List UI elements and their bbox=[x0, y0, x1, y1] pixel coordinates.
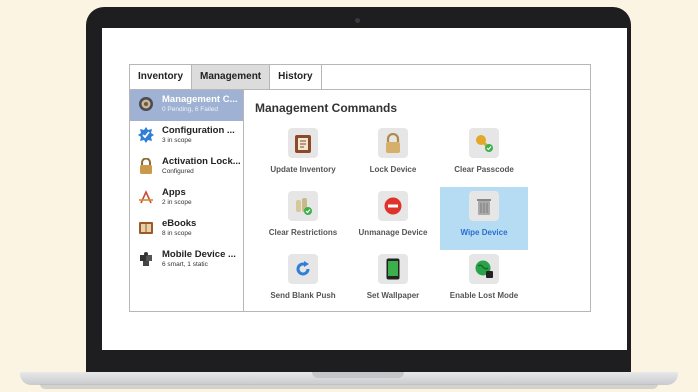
book-icon bbox=[138, 220, 154, 236]
sidebar-item-mobile-device-groups[interactable]: Mobile Device ... 6 smart, 1 static bbox=[130, 245, 243, 276]
no-entry-icon bbox=[378, 191, 408, 221]
command-label: Lock Device bbox=[369, 165, 417, 174]
command-label: Send Blank Push bbox=[270, 291, 336, 300]
camera-icon bbox=[355, 18, 360, 23]
tab-history[interactable]: History bbox=[270, 65, 322, 89]
key-icon bbox=[469, 128, 499, 158]
sidebar-item-subtitle: 8 in scope bbox=[162, 230, 192, 237]
sidebar-item-apps[interactable]: Apps 2 in scope bbox=[130, 183, 243, 214]
wipe-device-button[interactable]: Wipe Device bbox=[440, 187, 528, 250]
page-title: Management Commands bbox=[255, 101, 398, 115]
sidebar-item-title: Mobile Device ... bbox=[162, 249, 236, 260]
puzzle-piece-icon bbox=[138, 251, 154, 267]
laptop-base-shadow bbox=[40, 384, 658, 389]
phone-wallpaper-icon bbox=[378, 254, 408, 284]
clipboard-icon bbox=[288, 128, 318, 158]
sidebar-item-subtitle: 6 smart, 1 static bbox=[162, 261, 208, 268]
sidebar-item-title: Apps bbox=[162, 187, 186, 198]
sidebar: Management C... 0 Pending, 6 Failed Conf… bbox=[130, 90, 244, 311]
sidebar-item-configuration[interactable]: Configuration ... 3 in scope bbox=[130, 121, 243, 152]
sidebar-item-title: Activation Lock... bbox=[162, 156, 241, 167]
send-blank-push-button[interactable]: Send Blank Push bbox=[259, 250, 347, 313]
refresh-icon bbox=[288, 254, 318, 284]
sidebar-item-subtitle: 3 in scope bbox=[162, 137, 192, 144]
enable-lost-mode-button[interactable]: Enable Lost Mode bbox=[440, 250, 528, 313]
sidebar-item-management-commands[interactable]: Management C... 0 Pending, 6 Failed bbox=[130, 90, 243, 121]
sidebar-item-activation-lock[interactable]: Activation Lock... Configured bbox=[130, 152, 243, 183]
laptop-screen: Inventory Management History Management … bbox=[102, 28, 627, 350]
clear-passcode-button[interactable]: Clear Passcode bbox=[440, 124, 528, 187]
command-label: Update Inventory bbox=[270, 165, 336, 174]
trash-icon bbox=[469, 191, 499, 221]
app-store-icon bbox=[138, 189, 154, 205]
set-wallpaper-button[interactable]: Set Wallpaper bbox=[349, 250, 437, 313]
management-commands-icon bbox=[138, 96, 154, 112]
command-label: Clear Restrictions bbox=[268, 228, 338, 237]
clear-restrictions-button[interactable]: Clear Restrictions bbox=[259, 187, 347, 250]
sidebar-item-title: Configuration ... bbox=[162, 125, 235, 136]
command-label: Set Wallpaper bbox=[366, 291, 420, 300]
command-label: Unmanage Device bbox=[358, 228, 428, 237]
clear-restrictions-icon bbox=[288, 191, 318, 221]
app-window: Inventory Management History Management … bbox=[129, 64, 591, 312]
command-label: Enable Lost Mode bbox=[449, 291, 519, 300]
sidebar-item-ebooks[interactable]: eBooks 8 in scope bbox=[130, 214, 243, 245]
sidebar-item-title: Management C... bbox=[162, 94, 238, 105]
tab-bar: Inventory Management History bbox=[130, 65, 590, 90]
unmanage-device-button[interactable]: Unmanage Device bbox=[349, 187, 437, 250]
update-inventory-button[interactable]: Update Inventory bbox=[259, 124, 347, 187]
globe-icon bbox=[469, 254, 499, 284]
lock-device-button[interactable]: Lock Device bbox=[349, 124, 437, 187]
sidebar-item-subtitle: 2 in scope bbox=[162, 199, 192, 206]
sidebar-item-subtitle: 0 Pending, 6 Failed bbox=[162, 106, 219, 113]
configuration-badge-icon bbox=[138, 127, 154, 143]
tab-inventory[interactable]: Inventory bbox=[130, 65, 193, 89]
main-panel: Management Commands Update Inventory Loc… bbox=[244, 90, 590, 311]
sidebar-item-title: eBooks bbox=[162, 218, 197, 229]
command-label: Clear Passcode bbox=[454, 165, 514, 174]
lock-icon bbox=[378, 128, 408, 158]
laptop-notch bbox=[312, 372, 404, 378]
tab-management[interactable]: Management bbox=[192, 65, 271, 89]
padlock-icon bbox=[138, 158, 154, 174]
sidebar-item-subtitle: Configured bbox=[162, 168, 194, 175]
command-label: Wipe Device bbox=[460, 228, 508, 237]
